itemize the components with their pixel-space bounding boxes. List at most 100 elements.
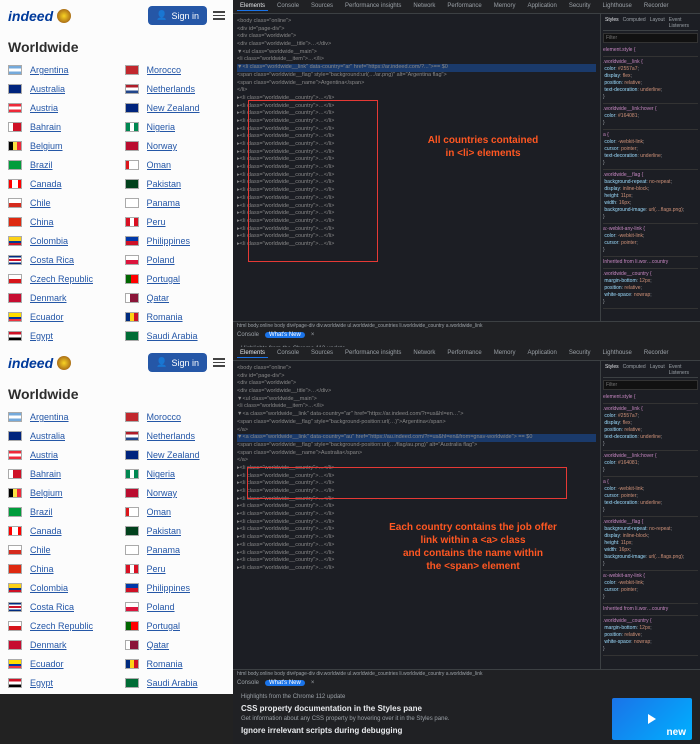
styles-filter-input[interactable]: [603, 33, 698, 43]
country-link[interactable]: Costa Rica: [30, 602, 74, 612]
close-icon[interactable]: ×: [311, 680, 315, 686]
country-link[interactable]: China: [30, 564, 54, 574]
country-link[interactable]: Chile: [30, 545, 51, 555]
country-link[interactable]: Australia: [30, 84, 65, 94]
dom-line[interactable]: ▸<li class="worldwide__country">…</li>: [237, 511, 596, 519]
video-thumbnail[interactable]: new: [612, 698, 692, 740]
country-link[interactable]: New Zealand: [147, 103, 200, 113]
country-link[interactable]: Denmark: [30, 640, 67, 650]
styles-tab[interactable]: Computed: [623, 364, 646, 376]
country-link[interactable]: Belgium: [30, 488, 63, 498]
tab-console[interactable]: Console: [237, 680, 259, 686]
logo[interactable]: indeed: [8, 8, 53, 24]
close-icon[interactable]: ×: [311, 332, 315, 338]
country-link[interactable]: Argentina: [30, 65, 69, 75]
tab-whatsnew[interactable]: What's New: [265, 332, 305, 338]
country-link[interactable]: Panama: [147, 198, 181, 208]
styles-filter-input[interactable]: [603, 380, 698, 390]
signin-button[interactable]: 👤 Sign in: [148, 353, 207, 372]
country-link[interactable]: Netherlands: [147, 431, 196, 441]
country-link[interactable]: Colombia: [30, 236, 68, 246]
country-link[interactable]: Brazil: [30, 507, 53, 517]
country-link[interactable]: Norway: [147, 141, 178, 151]
dom-line[interactable]: <div class="worldwide">: [237, 380, 596, 388]
country-link[interactable]: Bahrain: [30, 122, 61, 132]
devtools-tab[interactable]: Sources: [308, 2, 336, 11]
country-link[interactable]: Austria: [30, 450, 58, 460]
country-link[interactable]: China: [30, 217, 54, 227]
dom-line[interactable]: <li class="worldwide__item">…</li>: [237, 403, 596, 411]
country-link[interactable]: Costa Rica: [30, 255, 74, 265]
country-link[interactable]: Portugal: [147, 621, 181, 631]
breadcrumb[interactable]: html body.online body div#page-div div.w…: [233, 669, 700, 678]
country-link[interactable]: Pakistan: [147, 179, 182, 189]
country-link[interactable]: Pakistan: [147, 526, 182, 536]
dom-line[interactable]: <div class="worldwide">: [237, 33, 596, 41]
styles-tab[interactable]: Styles: [605, 364, 619, 376]
country-link[interactable]: Philippines: [147, 583, 191, 593]
country-link[interactable]: Canada: [30, 179, 62, 189]
country-link[interactable]: Romania: [147, 659, 183, 669]
dom-line[interactable]: <div id="page-div">: [237, 373, 596, 381]
country-link[interactable]: Austria: [30, 103, 58, 113]
devtools-tab[interactable]: Performance insights: [342, 2, 404, 11]
country-link[interactable]: Portugal: [147, 274, 181, 284]
country-link[interactable]: Denmark: [30, 293, 67, 303]
breadcrumb[interactable]: html body.online body div#page-div div.w…: [233, 321, 700, 330]
country-link[interactable]: Canada: [30, 526, 62, 536]
country-link[interactable]: Czech Republic: [30, 274, 93, 284]
country-link[interactable]: Ecuador: [30, 312, 64, 322]
devtools-tab[interactable]: Memory: [491, 2, 519, 11]
dom-line[interactable]: <span class="worldwide__flag" style="bac…: [237, 442, 596, 450]
country-link[interactable]: Qatar: [147, 640, 170, 650]
dom-line[interactable]: <span class="worldwide__flag" style="bac…: [237, 419, 596, 427]
country-link[interactable]: Romania: [147, 312, 183, 322]
devtools-tab[interactable]: Console: [274, 2, 302, 11]
devtools-tab[interactable]: Application: [524, 349, 559, 358]
country-link[interactable]: Egypt: [30, 678, 53, 688]
country-link[interactable]: Australia: [30, 431, 65, 441]
styles-tab[interactable]: Event Listeners: [669, 17, 696, 29]
country-link[interactable]: Oman: [147, 507, 172, 517]
country-link[interactable]: Egypt: [30, 331, 53, 341]
devtools-tab[interactable]: Memory: [491, 349, 519, 358]
country-link[interactable]: Netherlands: [147, 84, 196, 94]
devtools-tab[interactable]: Application: [524, 2, 559, 11]
country-link[interactable]: Poland: [147, 602, 175, 612]
country-link[interactable]: Qatar: [147, 293, 170, 303]
styles-pane[interactable]: StylesComputedLayoutEvent Listeners elem…: [600, 361, 700, 669]
dom-line[interactable]: <body class="online">: [237, 365, 596, 373]
devtools-tab[interactable]: Console: [274, 349, 302, 358]
country-link[interactable]: Czech Republic: [30, 621, 93, 631]
devtools-tab[interactable]: Sources: [308, 349, 336, 358]
devtools-tab[interactable]: Elements: [237, 2, 268, 11]
devtools-tab[interactable]: Performance: [444, 2, 484, 11]
styles-pane[interactable]: StylesComputedLayoutEvent Listeners elem…: [600, 14, 700, 321]
dom-line[interactable]: <span class="worldwide__flag" style="bac…: [237, 72, 596, 80]
country-link[interactable]: Saudi Arabia: [147, 331, 198, 341]
dom-line[interactable]: <span class="worldwide__name">Argentina<…: [237, 80, 596, 88]
country-link[interactable]: Philippines: [147, 236, 191, 246]
tab-whatsnew[interactable]: What's New: [265, 680, 305, 686]
country-link[interactable]: Poland: [147, 255, 175, 265]
country-link[interactable]: Brazil: [30, 160, 53, 170]
styles-tab[interactable]: Computed: [623, 17, 646, 29]
devtools-tab[interactable]: Lighthouse: [600, 349, 635, 358]
devtools-tab[interactable]: Performance: [444, 349, 484, 358]
country-link[interactable]: Bahrain: [30, 469, 61, 479]
country-link[interactable]: Chile: [30, 198, 51, 208]
dom-line[interactable]: ▸<li class="worldwide__country">…</li>: [237, 503, 596, 511]
styles-tab[interactable]: Styles: [605, 17, 619, 29]
devtools-tab[interactable]: Elements: [237, 349, 268, 358]
country-link[interactable]: Belgium: [30, 141, 63, 151]
dom-line[interactable]: <div class="worldwide__title">…</div>: [237, 41, 596, 49]
menu-icon[interactable]: [213, 11, 225, 20]
devtools-tab[interactable]: Network: [410, 349, 438, 358]
dom-tree[interactable]: Each country contains the job offerlink …: [233, 361, 600, 669]
country-link[interactable]: Morocco: [147, 412, 182, 422]
devtools-tab[interactable]: Recorder: [641, 349, 672, 358]
country-link[interactable]: Nigeria: [147, 122, 176, 132]
devtools-tab[interactable]: Recorder: [641, 2, 672, 11]
dom-line[interactable]: ▼<li class="worldwide__link" data-countr…: [237, 64, 596, 72]
signin-button[interactable]: 👤 Sign in: [148, 6, 207, 25]
